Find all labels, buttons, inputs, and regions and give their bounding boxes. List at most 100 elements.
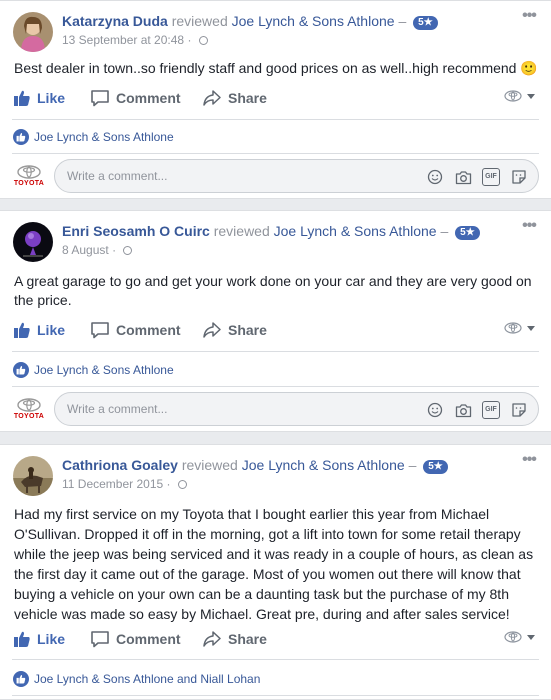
brand-label: TOYOTA (13, 413, 45, 420)
comment-label: Comment (116, 322, 181, 338)
comment-bubble-icon (91, 322, 109, 339)
likes-summary[interactable]: Joe Lynch & Sons Athlone and Niall Lohan (13, 670, 539, 688)
post-date[interactable]: 13 September at 20:48 (62, 33, 184, 47)
dash: – (440, 223, 449, 239)
comment-input[interactable]: Write a comment... GIF (54, 159, 539, 193)
dash: – (408, 457, 417, 473)
toyota-logo (504, 322, 522, 334)
like-button[interactable]: Like (13, 627, 65, 651)
caret-down-icon (527, 325, 535, 331)
like-button[interactable]: Like (13, 86, 65, 110)
divider (12, 351, 539, 352)
page-link[interactable]: Joe Lynch & Sons Athlone (232, 13, 395, 29)
author-avatar[interactable] (13, 456, 53, 496)
author-name[interactable]: Cathriona Goaley (62, 457, 178, 473)
page-link[interactable]: Joe Lynch & Sons Athlone (274, 223, 437, 239)
post-date[interactable]: 8 August (62, 243, 109, 257)
like-label: Like (37, 90, 66, 106)
share-label: Share (228, 90, 267, 106)
comment-bubble-icon (91, 90, 109, 107)
action-bar: Like Comment Share (13, 86, 535, 110)
post-date[interactable]: 11 December 2015 (62, 477, 163, 491)
like-thumb-icon (14, 322, 30, 338)
likes-summary[interactable]: Joe Lynch & Sons Athlone (13, 128, 539, 146)
more-icon[interactable]: ••• (521, 218, 537, 235)
separator-dot: · (187, 33, 192, 47)
likes-summary[interactable]: Joe Lynch & Sons Athlone (13, 361, 539, 379)
camera-icon[interactable] (454, 168, 472, 186)
likes-names: Joe Lynch & Sons Athlone (34, 130, 174, 144)
review-post: Cathriona Goaley reviewed Joe Lynch & So… (0, 444, 551, 700)
review-post: Enri Seosamh O Cuirc reviewed Joe Lynch … (0, 210, 551, 432)
share-button[interactable]: Share (202, 318, 267, 342)
post-header: Katarzyna Duda reviewed Joe Lynch & Sons… (13, 8, 537, 52)
comment-label: Comment (116, 631, 181, 647)
author-avatar[interactable] (13, 12, 53, 52)
share-arrow-icon (203, 90, 221, 106)
reaction-as-selector[interactable] (504, 322, 535, 334)
likes-names: Joe Lynch & Sons Athlone and Niall Lohan (34, 672, 261, 686)
emoji-icon[interactable] (426, 401, 444, 419)
separator-dot: · (112, 243, 117, 257)
post-header: Cathriona Goaley reviewed Joe Lynch & So… (13, 452, 537, 496)
post-header: Enri Seosamh O Cuirc reviewed Joe Lynch … (13, 218, 537, 262)
sticker-icon[interactable] (510, 168, 528, 186)
toyota-logo (17, 398, 41, 412)
like-badge-icon (13, 129, 29, 145)
like-badge-icon (13, 671, 29, 687)
globe-icon (177, 480, 187, 489)
more-icon[interactable]: ••• (521, 8, 537, 25)
author-name[interactable]: Enri Seosamh O Cuirc (62, 223, 210, 239)
rating-badge: 5★ (423, 460, 448, 474)
like-thumb-icon (14, 631, 30, 647)
author-avatar[interactable] (13, 222, 53, 262)
gif-icon[interactable]: GIF (482, 401, 500, 419)
like-label: Like (37, 322, 66, 338)
author-name[interactable]: Katarzyna Duda (62, 13, 168, 29)
comment-placeholder: Write a comment... (67, 169, 168, 183)
sticker-icon[interactable] (510, 401, 528, 419)
like-label: Like (37, 631, 66, 647)
page-link[interactable]: Joe Lynch & Sons Athlone (242, 457, 405, 473)
toyota-logo (504, 90, 522, 102)
comment-button[interactable]: Comment (90, 318, 181, 342)
reviewed-verb: reviewed (213, 223, 270, 239)
rating-badge: 5★ (455, 226, 480, 240)
comment-button[interactable]: Comment (90, 86, 181, 110)
caret-down-icon (527, 93, 535, 99)
share-arrow-icon (203, 322, 221, 338)
emoji-icon[interactable] (426, 168, 444, 186)
more-icon[interactable]: ••• (521, 452, 537, 469)
reaction-as-selector[interactable] (504, 631, 535, 643)
share-button[interactable]: Share (202, 627, 267, 651)
divider (12, 153, 539, 154)
toyota-logo (17, 165, 41, 179)
divider (12, 119, 539, 120)
comment-composer: TOYOTA Write a comment... GIF (13, 392, 539, 426)
globe-icon (198, 36, 208, 45)
commenter-avatar: TOYOTA (13, 160, 45, 192)
comment-input[interactable]: Write a comment... GIF (54, 392, 539, 426)
review-text: Had my first service on my Toyota that I… (14, 506, 534, 622)
divider (12, 386, 539, 387)
comment-button[interactable]: Comment (90, 627, 181, 651)
review-post: Katarzyna Duda reviewed Joe Lynch & Sons… (0, 0, 551, 199)
globe-icon (123, 246, 133, 255)
camera-icon[interactable] (454, 401, 472, 419)
reaction-as-selector[interactable] (504, 90, 535, 102)
commenter-avatar: TOYOTA (13, 393, 45, 425)
caret-down-icon (527, 634, 535, 640)
reviewed-verb: reviewed (171, 13, 228, 29)
gif-icon[interactable]: GIF (482, 168, 500, 186)
separator-dot: · (166, 477, 171, 491)
comment-label: Comment (116, 90, 181, 106)
share-button[interactable]: Share (202, 86, 267, 110)
toyota-logo (504, 631, 522, 643)
like-button[interactable]: Like (13, 318, 65, 342)
like-badge-icon (13, 362, 29, 378)
likes-names: Joe Lynch & Sons Athlone (34, 363, 174, 377)
comment-bubble-icon (91, 631, 109, 648)
review-text: Best dealer in town..so friendly staff a… (14, 60, 538, 76)
share-label: Share (228, 631, 267, 647)
action-bar: Like Comment Share (13, 627, 535, 651)
